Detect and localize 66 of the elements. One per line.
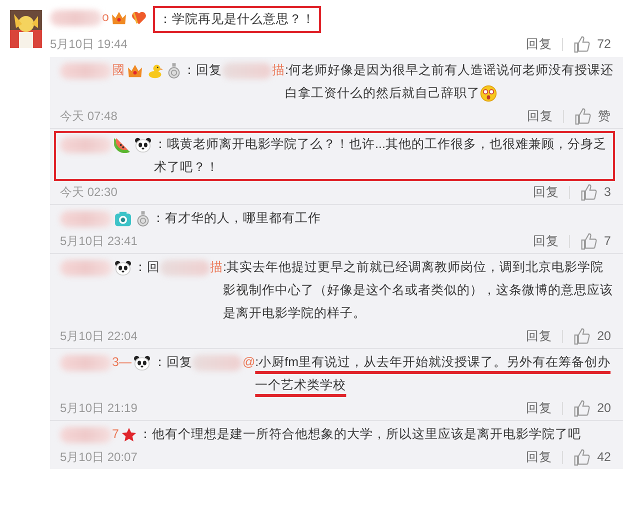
like-button[interactable]: 20 [563,398,615,418]
crown-badge-icon [110,10,127,24]
medal-badge-icon [167,62,181,78]
like-button[interactable]: 3 [570,182,615,202]
user-name[interactable]: 國 [112,59,125,82]
comment-text: :小厨fm里有说过，从去年开始就没授课了。另外有在筹备创办一个艺术类学校 [255,355,611,392]
comment-text: ：学院再见是什么意思？！ [158,12,315,26]
medal-badge-icon [136,210,150,226]
comment-time: 今天 02:30 [60,184,118,201]
star-badge-icon [120,426,137,442]
like-button[interactable]: 42 [563,447,615,467]
reply-prefix: ：回复 [183,62,222,79]
like-button[interactable]: 20 [563,326,615,346]
reply-button[interactable]: 回复 [516,398,562,418]
mention-link[interactable]: @ [242,351,256,374]
heart-badge-icon [130,10,147,26]
blurred-name [60,426,112,442]
reply-button[interactable]: 回复 [516,447,562,467]
reply-button[interactable]: 回复 [516,34,562,54]
crown-badge-icon [127,64,143,78]
thumbs-up-icon [573,327,592,345]
comment-time: 5月10日 20:07 [60,449,138,466]
thumbs-up-icon [580,183,598,201]
reply-button[interactable]: 回复 [523,182,570,202]
thumbs-up-icon [573,399,592,417]
blurred-name [60,136,112,152]
panda-badge-icon [134,136,152,152]
blurred-name [60,260,112,276]
comment-text: ：哦黄老师离开电影学院了么？！也许...其他的工作很多，也很难兼顾，分身乏术了吧？！ [154,137,606,174]
comment-text: :何老师好像是因为很早之前有人造谣说何老师没有授课还白拿工资什么的然后就自己辞职了 [285,63,614,100]
blurred-mention [192,354,242,370]
thumbs-up-icon [573,35,592,53]
comment-text: :其实去年他提过更早之前就已经调离教师岗位，调到北京电影学院影视制作中心了（好像是这个名或者类似的），这条微博的意思应该是离开电影学院的样子。 [223,260,613,320]
thumbs-up-icon [580,232,598,250]
reply-button[interactable]: 回复 [517,106,563,126]
comment-text: ：有才华的人，哪里都有工作 [152,211,321,225]
panda-badge-icon [133,354,152,370]
blurred-name [60,210,112,226]
thumbs-up-icon [574,107,592,125]
panda-badge-icon [114,260,132,276]
user-name[interactable]: o [102,6,109,29]
comment-time: 5月10日 22:04 [60,328,138,345]
comment-time: 5月10日 19:44 [50,36,128,53]
reply-prefix: ：回复 [153,354,192,371]
watermelon-badge-icon [114,136,130,152]
like-button[interactable]: 赞 [564,106,615,126]
blurred-name [60,62,112,78]
like-button[interactable]: 7 [570,231,615,251]
reply-button[interactable]: 回复 [523,231,570,251]
reply-button[interactable]: 回复 [516,326,562,346]
thumbs-up-icon [573,448,592,466]
comment-time: 5月10日 21:19 [60,400,138,417]
blurred-name [50,10,102,26]
comment-time: 今天 07:48 [60,108,118,125]
user-name[interactable]: 3— [112,351,132,374]
duck-badge-icon [147,62,163,78]
comment-time: 5月10日 23:41 [60,233,138,250]
like-button[interactable]: 72 [563,34,615,54]
blurred-mention [222,62,272,78]
camera-badge-icon [114,210,132,226]
blurred-name [60,354,112,370]
comment-text: ：他有个理想是建一所符合他想象的大学，所以这里应该是离开电影学院了吧 [138,427,581,441]
mention-link[interactable]: 描 [272,59,285,82]
mention-link[interactable]: 描 [210,256,223,279]
reply-prefix: ：回 [134,259,160,276]
blurred-mention [160,260,210,276]
